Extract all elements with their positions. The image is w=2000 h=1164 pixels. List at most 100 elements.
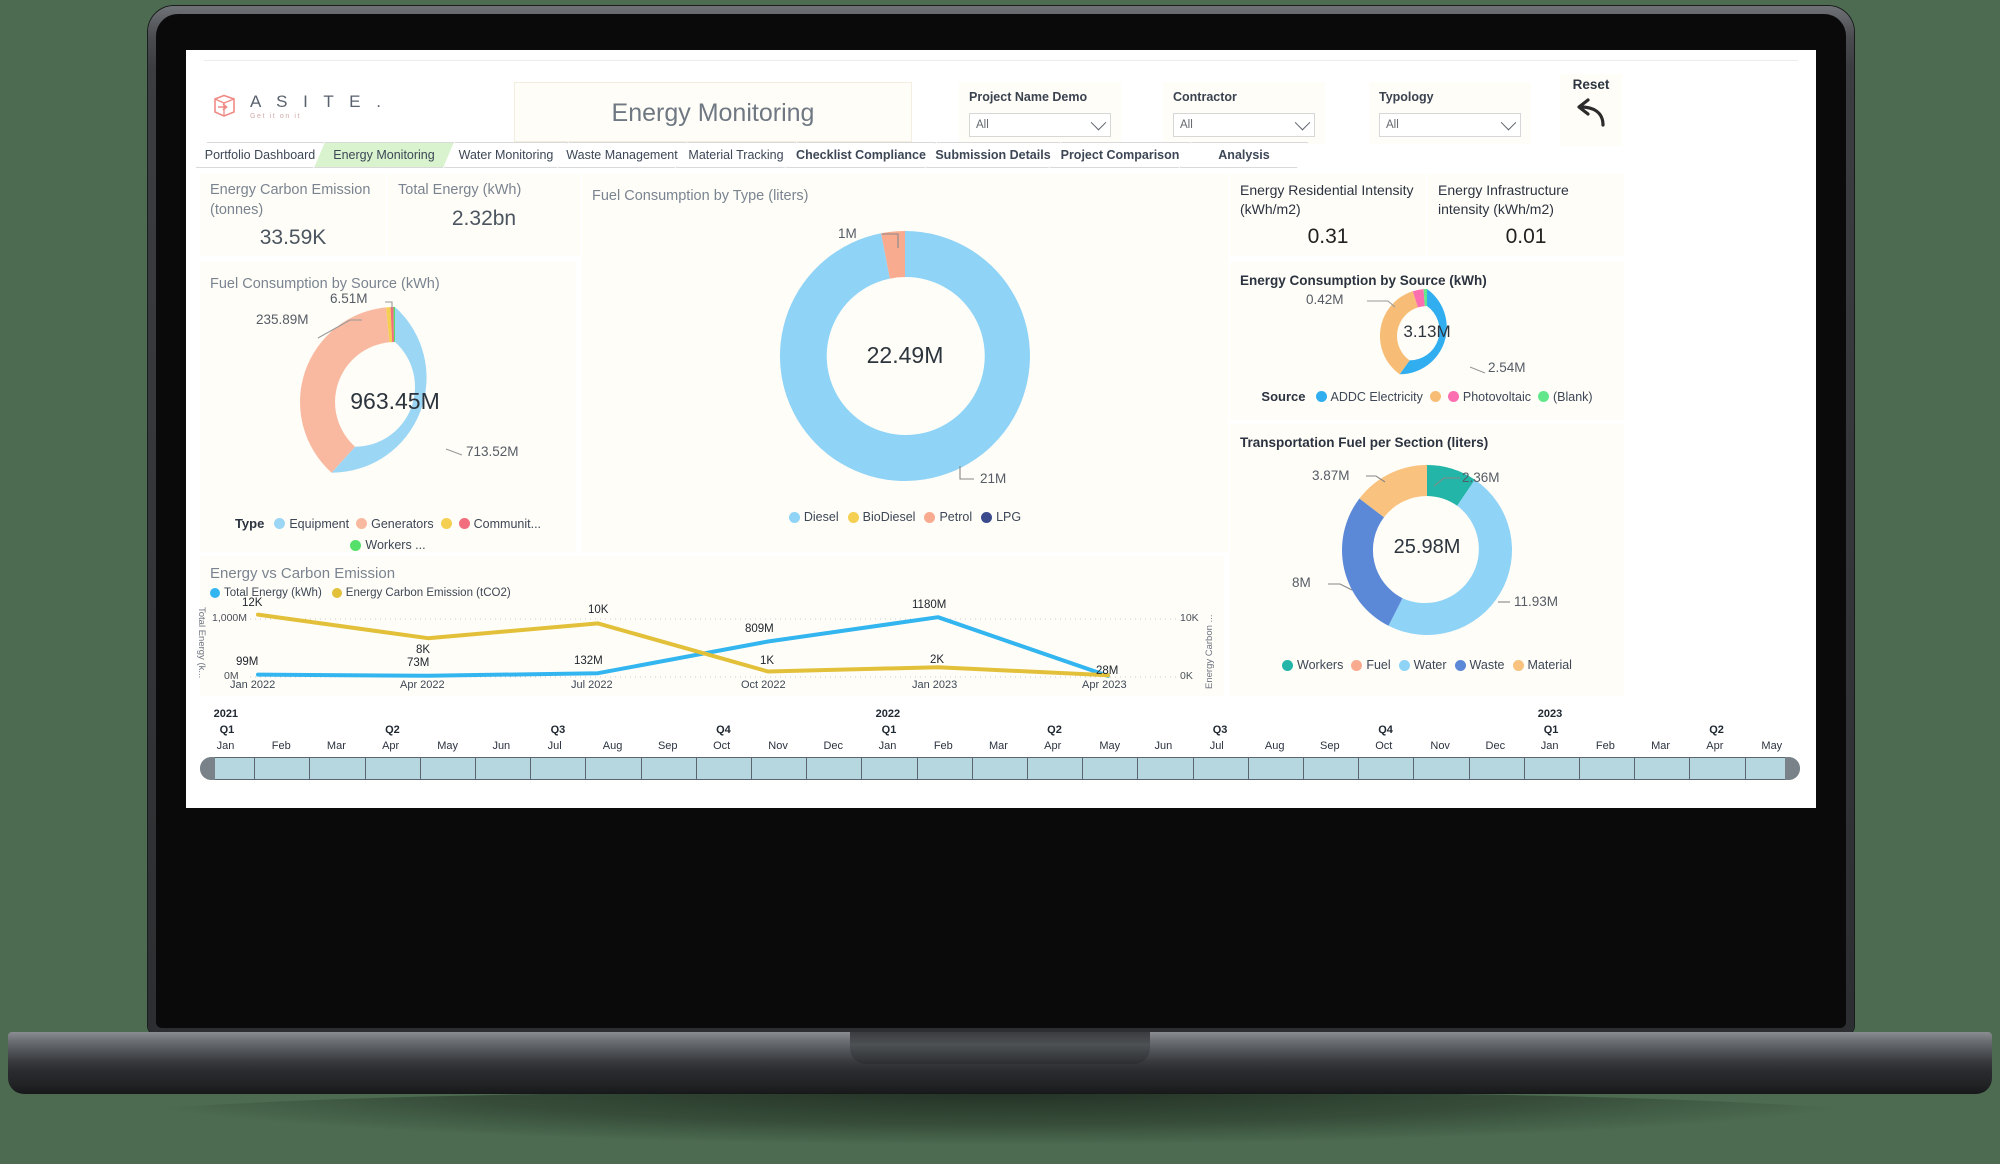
timeline-quarter-9: Q2 <box>1709 724 1724 736</box>
y-axis-left-title: Total Energy (k... <box>196 607 207 679</box>
legend-label: Workers ... <box>365 538 426 552</box>
timeline-cell[interactable] <box>1138 758 1194 779</box>
donut-center-total: 3.13M <box>1403 322 1451 341</box>
filter-contractor-label: Contractor <box>1173 90 1237 104</box>
timeline-cell[interactable] <box>310 758 366 779</box>
tab-material-tracking[interactable]: Material Tracking <box>676 142 796 168</box>
legend-item-lpg[interactable]: LPG <box>981 510 1021 524</box>
filter-project-name-value: All <box>976 119 989 131</box>
donut-center-total: 963.45M <box>350 388 440 414</box>
dashboard-header: A S I T E . Get it on it Energy Monitori… <box>186 60 1816 146</box>
timeline-cell[interactable] <box>1525 758 1581 779</box>
timeline-cell[interactable] <box>1304 758 1360 779</box>
tab-project-comparison[interactable]: Project Comparison <box>1050 142 1190 168</box>
timeline-cell[interactable] <box>1359 758 1415 779</box>
tab-analysis[interactable]: Analysis <box>1180 142 1308 168</box>
filter-contractor-select[interactable]: All <box>1173 113 1315 137</box>
timeline-cell[interactable] <box>586 758 642 779</box>
legend-item-equipment[interactable]: Equipment <box>274 517 349 531</box>
tab-energy-monitoring[interactable]: Energy Monitoring <box>314 142 454 168</box>
filter-project-name-select[interactable]: All <box>969 113 1111 137</box>
kpi-energy-carbon-emission: Energy Carbon Emission (tonnes) 33.59K <box>200 174 386 256</box>
filter-typology-value: All <box>1386 119 1399 131</box>
timeline-cell[interactable] <box>1690 758 1746 779</box>
timeline-cell[interactable] <box>642 758 697 779</box>
legend-item-2[interactable] <box>440 518 452 529</box>
data-label-energy-1: 73M <box>407 657 430 669</box>
page-title: Energy Monitoring <box>611 99 815 127</box>
timeline-cell[interactable] <box>255 758 311 779</box>
filter-typology: Typology All <box>1369 82 1531 144</box>
tab-waste-management[interactable]: Waste Management <box>558 142 686 168</box>
timeline-cell[interactable] <box>862 758 918 779</box>
timeline-cell[interactable] <box>366 758 421 779</box>
legend-item-communit[interactable]: Communit... <box>458 517 541 531</box>
timeline-month-23: Dec <box>1485 740 1506 752</box>
legend-heading: Source <box>1261 389 1306 404</box>
timeline-cell[interactable] <box>973 758 1029 779</box>
legend-item-photovoltaic[interactable]: Photovoltaic <box>1447 390 1531 404</box>
timeline-cell[interactable] <box>1470 758 1525 779</box>
timeline-cell[interactable] <box>1635 758 1691 779</box>
timeline-cell[interactable] <box>807 758 863 779</box>
timeline-cell[interactable] <box>1249 758 1305 779</box>
laptop-base-notch <box>850 1032 1150 1064</box>
timeline-month-1: Feb <box>271 740 291 752</box>
legend-item-biodiesel[interactable]: BioDiesel <box>847 510 915 524</box>
donut-slice-label-water: 11.93M <box>1514 594 1559 609</box>
chart-title: Fuel Consumption by Type (liters) <box>592 188 809 204</box>
reset-button[interactable]: Reset <box>1560 74 1622 146</box>
legend-item-series-0[interactable]: Total Energy (kWh) <box>210 587 322 599</box>
legend-item-generators[interactable]: Generators <box>356 517 434 531</box>
tab-water-monitoring[interactable]: Water Monitoring <box>444 142 568 168</box>
timeline-slider[interactable]: 2021 2022 2023 Q1 Q2 Q3 Q4 Q1 Q2 Q3 Q4 Q1 Q2 Jan Feb Ma… <box>200 708 1800 788</box>
tab-submission-details[interactable]: Submission Details <box>926 142 1060 168</box>
donut-slice-label-petrol: 1M <box>838 226 857 241</box>
x-tick-5: Apr 2023 <box>1082 679 1127 691</box>
tab-checklist-compliance[interactable]: Checklist Compliance <box>786 142 936 168</box>
data-label-carbon-0: 12K <box>242 597 263 609</box>
timeline-cell[interactable] <box>1194 758 1249 779</box>
timeline-cell[interactable] <box>1580 758 1636 779</box>
timeline-month-3: Apr <box>382 740 400 752</box>
timeline-cell[interactable] <box>1414 758 1470 779</box>
tab-label: Waste Management <box>566 148 678 162</box>
donut-center-total: 25.98M <box>1393 536 1461 558</box>
legend-item-addc-electricity[interactable]: ADDC Electricity <box>1315 389 1423 404</box>
y-tick-left-1000m: 1,000M <box>212 612 248 624</box>
timeline-cell[interactable] <box>918 758 973 779</box>
timeline-cell[interactable] <box>421 758 477 779</box>
tab-label: Project Comparison <box>1060 148 1180 162</box>
timeline-cell[interactable] <box>476 758 532 779</box>
timeline-cell[interactable] <box>697 758 753 779</box>
timeline-quarter-8: Q1 <box>1543 724 1559 736</box>
chevron-down-icon <box>1294 114 1311 130</box>
legend-label: Energy Carbon Emission (tCO2) <box>345 587 511 599</box>
legend-item-series-1[interactable]: Energy Carbon Emission (tCO2) <box>331 587 511 599</box>
filter-project-name: Project Name Demo All <box>959 82 1121 144</box>
data-label-energy-0: 99M <box>236 656 259 668</box>
tab-portfolio-dashboard[interactable]: Portfolio Dashboard <box>196 142 324 168</box>
x-tick-3: Oct 2022 <box>741 679 786 691</box>
legend-item--blank[interactable]: (Blank) <box>1537 390 1593 404</box>
timeline-cell[interactable] <box>531 758 587 779</box>
legend-item-workers[interactable]: Workers ... <box>350 538 426 552</box>
legend-item-petrol[interactable]: Petrol <box>924 510 972 524</box>
chart-title: Transportation Fuel per Section (liters) <box>1240 435 1489 450</box>
legend-item-1[interactable] <box>1429 391 1441 402</box>
timeline-track[interactable] <box>200 757 1800 780</box>
timeline-month-26: Mar <box>1651 740 1671 752</box>
timeline-cell[interactable] <box>1028 758 1084 779</box>
timeline-cell[interactable] <box>752 758 808 779</box>
x-tick-1: Apr 2022 <box>400 679 445 691</box>
timeline-quarter-3: Q4 <box>716 724 731 736</box>
legend-color-dot <box>440 518 452 529</box>
timeline-month-17: Jun <box>1154 740 1173 752</box>
line-chart-plot <box>250 612 1178 678</box>
filter-typology-select[interactable]: All <box>1379 113 1521 137</box>
legend-color-dot <box>1429 391 1441 402</box>
legend-item-diesel[interactable]: Diesel <box>788 510 839 524</box>
data-label-carbon-2: 10K <box>588 604 609 616</box>
legend-label: ADDC Electricity <box>1330 389 1423 404</box>
timeline-cell[interactable] <box>1083 758 1139 779</box>
